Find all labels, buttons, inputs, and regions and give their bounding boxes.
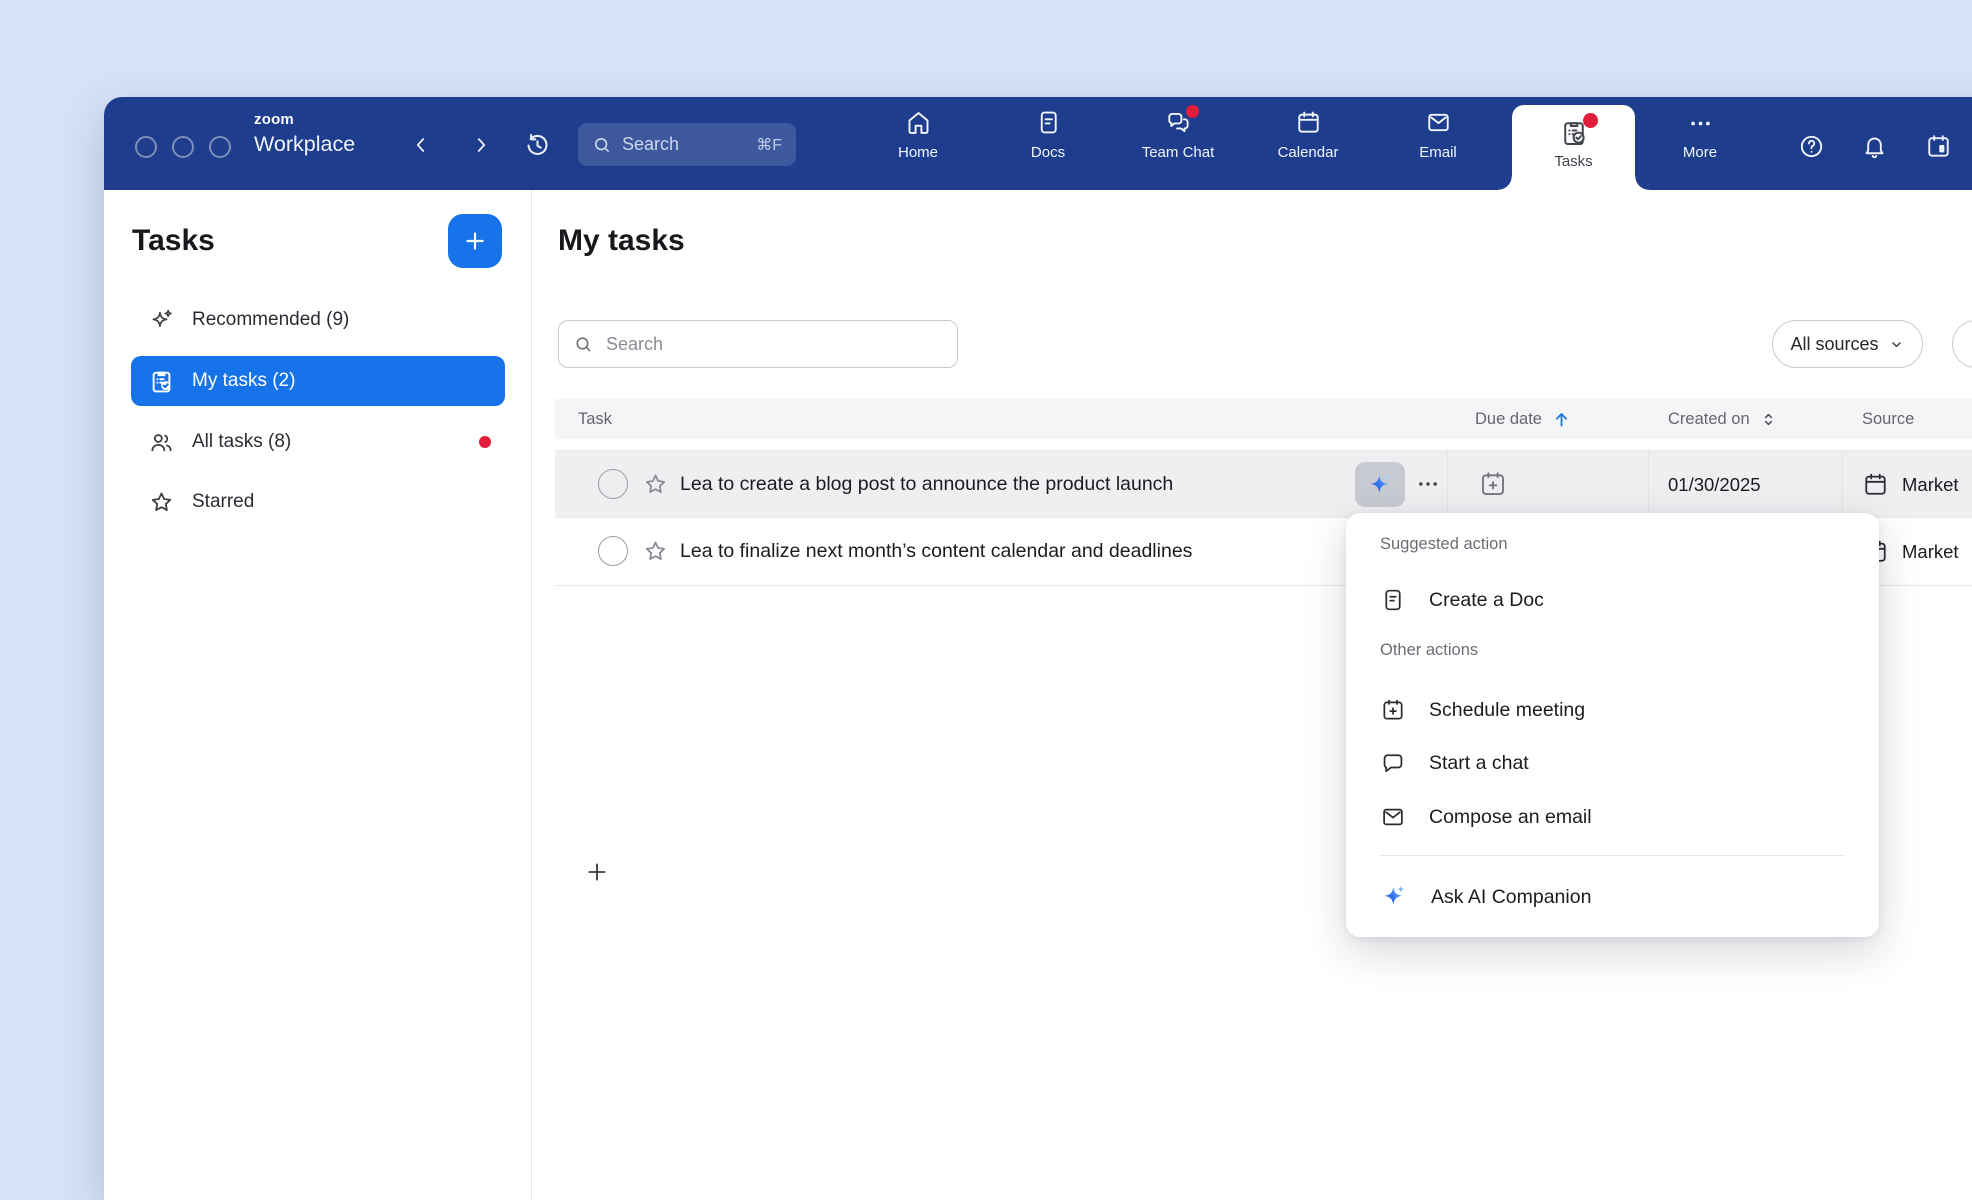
add-task-button[interactable] (448, 214, 502, 268)
chevron-down-icon (1888, 336, 1905, 353)
menu-item-compose-email[interactable]: Compose an email (1380, 792, 1845, 842)
add-task-plus-icon[interactable] (584, 859, 610, 885)
task-title[interactable]: Lea to finalize next month’s content cal… (680, 518, 1192, 585)
nav-tab-more[interactable]: More (1648, 109, 1752, 183)
app-window: zoom Workplace Search ⌘F Home Team Chat … (104, 97, 1972, 1200)
nav-tab-docs[interactable]: Team Chat Docs (996, 109, 1100, 183)
search-input[interactable] (604, 333, 943, 356)
sidebar-item-my-tasks[interactable]: My tasks (2) (131, 356, 505, 406)
sparkles-icon (148, 307, 175, 334)
task-search-field[interactable] (558, 320, 958, 368)
top-navigation-bar: zoom Workplace Search ⌘F Home Team Chat … (104, 97, 1972, 190)
logo-workplace-text: Workplace (254, 134, 355, 156)
source-value: Market (1902, 541, 1959, 563)
forward-icon[interactable] (470, 134, 492, 156)
search-icon (573, 334, 594, 355)
ai-companion-button[interactable] (1355, 462, 1405, 507)
calendar-icon (1295, 109, 1322, 136)
tasks-sidebar: Tasks Recommended (9) My (104, 190, 532, 1200)
sort-ascending-arrow-icon[interactable] (1551, 409, 1572, 430)
doc-icon (1380, 587, 1406, 613)
sidebar-item-recommended[interactable]: Recommended (9) (131, 295, 505, 345)
menu-section-label: Other actions (1380, 641, 1478, 660)
table-row[interactable]: Lea to create a blog post to announce th… (555, 450, 1972, 518)
column-header-source: Source (1862, 399, 1914, 439)
nav-tab-team-chat[interactable]: Team Chat (1126, 109, 1230, 183)
docs-icon (1035, 109, 1062, 136)
window-control-minimize[interactable] (172, 136, 194, 158)
task-title[interactable]: Lea to create a blog post to announce th… (680, 451, 1173, 518)
sidebar-item-starred[interactable]: Starred (131, 477, 505, 527)
envelope-icon (1380, 804, 1406, 830)
search-icon (592, 135, 612, 155)
chat-bubble-icon (1380, 750, 1406, 776)
column-header-task: Task (578, 399, 612, 439)
nav-tab-tasks-active[interactable]: Tasks (1512, 105, 1635, 190)
star-icon[interactable] (642, 538, 669, 565)
search-shortcut: ⌘F (756, 135, 782, 155)
home-icon (905, 109, 932, 136)
ai-actions-menu: Suggested action Create a Doc Other acti… (1346, 513, 1879, 937)
calendar-today-icon[interactable] (1925, 133, 1952, 160)
task-table-header: Task Due date Created on Source (555, 399, 1972, 439)
nav-tab-calendar[interactable]: Calendar (1256, 109, 1360, 183)
calendar-icon (1862, 471, 1889, 498)
task-complete-checkbox[interactable] (598, 469, 628, 499)
back-icon[interactable] (410, 134, 432, 156)
history-icon[interactable] (524, 132, 551, 159)
ai-companion-icon (1366, 471, 1394, 499)
sidebar-item-all-tasks[interactable]: All tasks (8) (131, 417, 505, 467)
calendar-plus-icon (1380, 697, 1406, 723)
users-icon (148, 429, 175, 456)
clipboard-check-icon (148, 368, 175, 395)
column-header-due-date[interactable]: Due date (1475, 399, 1572, 439)
menu-item-create-doc[interactable]: Create a Doc (1380, 575, 1845, 625)
notifications-bell-icon[interactable] (1861, 133, 1888, 160)
plus-icon (462, 228, 488, 254)
created-on-value: 01/30/2025 (1668, 451, 1761, 518)
page-title: My tasks (558, 224, 685, 258)
notification-badge (1186, 105, 1199, 118)
window-control-maximize[interactable] (209, 136, 231, 158)
nav-tab-email[interactable]: Email (1386, 109, 1490, 183)
column-header-created-on[interactable]: Created on (1668, 399, 1778, 439)
star-icon (148, 489, 175, 516)
ai-companion-icon (1380, 883, 1408, 911)
global-search-bar[interactable]: Search ⌘F (578, 123, 796, 166)
notification-badge (1583, 113, 1598, 128)
menu-section-label: Suggested action (1380, 535, 1508, 554)
window-control-close[interactable] (135, 136, 157, 158)
source-value: Market (1902, 474, 1959, 496)
search-placeholder: Search (622, 134, 756, 155)
nav-tab-home[interactable]: Home (866, 109, 970, 183)
email-icon (1425, 109, 1452, 136)
add-due-date-icon[interactable] (1478, 469, 1508, 499)
menu-item-schedule-meeting[interactable]: Schedule meeting (1380, 685, 1845, 735)
more-dots-icon (1687, 110, 1714, 137)
help-icon[interactable] (1798, 133, 1825, 160)
secondary-filter-button[interactable] (1952, 320, 1972, 368)
source-cell[interactable]: Market (1862, 451, 1959, 518)
menu-item-ask-ai-companion[interactable]: Ask AI Companion (1380, 872, 1845, 922)
row-more-actions-icon[interactable] (1415, 471, 1441, 497)
task-complete-checkbox[interactable] (598, 536, 628, 566)
sources-filter-dropdown[interactable]: All sources (1772, 320, 1923, 368)
menu-divider (1380, 855, 1845, 856)
zoom-workplace-logo: zoom Workplace (254, 112, 355, 156)
sidebar-title: Tasks (132, 224, 215, 258)
menu-item-start-chat[interactable]: Start a chat (1380, 738, 1845, 788)
unread-dot (479, 436, 491, 448)
logo-zoom-text: zoom (254, 112, 355, 127)
sort-toggle-icon[interactable] (1759, 410, 1778, 429)
star-icon[interactable] (642, 471, 669, 498)
